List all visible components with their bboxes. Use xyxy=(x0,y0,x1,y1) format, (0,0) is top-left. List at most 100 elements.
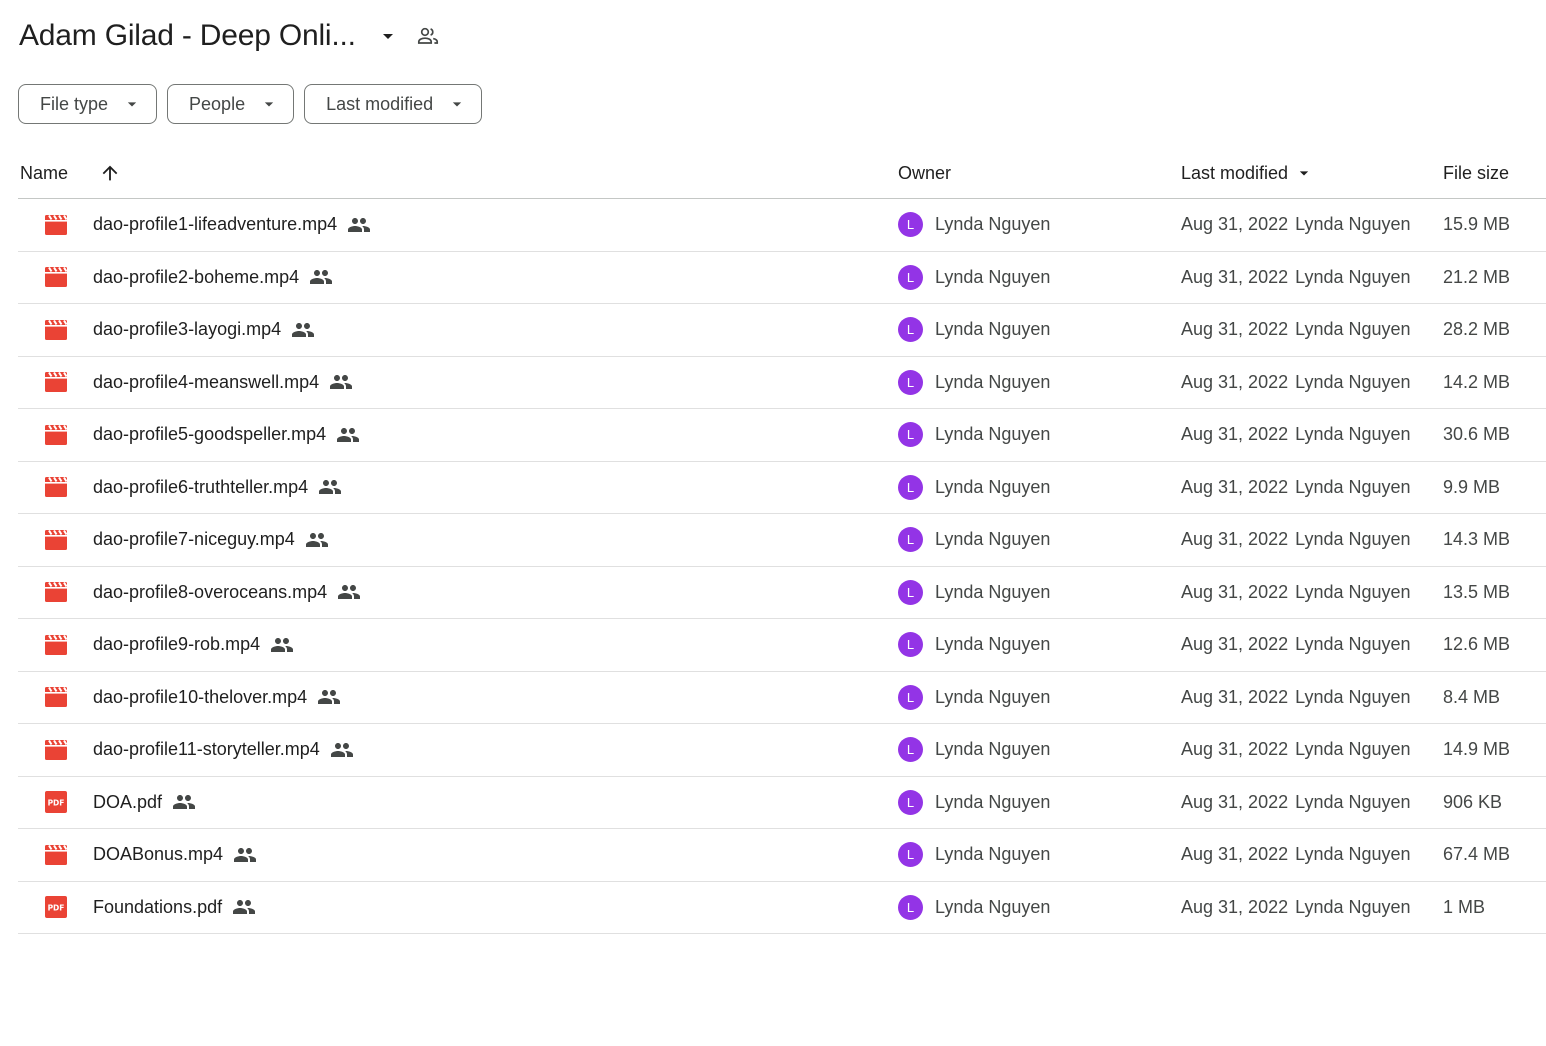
avatar: L xyxy=(898,737,923,763)
filter-chip-people[interactable]: People xyxy=(167,84,295,124)
file-name: dao-profile5-goodspeller.mp4 xyxy=(93,424,327,445)
file-row[interactable]: dao-profile1-lifeadventure.mp4 L Lynda Ngu… xyxy=(18,199,1546,252)
owner-cell: L Lynda Nguyen xyxy=(898,829,1050,881)
avatar: L xyxy=(898,842,923,868)
modified-date: Aug 31, 2022 xyxy=(1181,371,1289,392)
last-modified-cell: Aug 31, 2022 Lynda Nguyen xyxy=(1181,619,1411,671)
modified-by: Lynda Nguyen xyxy=(1295,739,1411,760)
file-row[interactable]: dao-profile5-goodspeller.mp4 L Lynda Nguye… xyxy=(18,409,1546,462)
owner-name: Lynda Nguyen xyxy=(935,844,1051,865)
file-name-cell: DOABonus.mp4 xyxy=(93,829,257,881)
file-row[interactable]: DOABonus.mp4 L Lynda Nguyen Aug 31, 2022 Lyn… xyxy=(18,829,1546,882)
owner-cell: L Lynda Nguyen xyxy=(898,619,1050,671)
shared-people-icon xyxy=(291,318,315,342)
table-header: Name Owner Last modified File size xyxy=(18,148,1546,199)
file-row[interactable]: dao-profile3-layogi.mp4 L Lynda Nguyen Aug … xyxy=(18,304,1546,357)
shared-people-icon xyxy=(317,685,341,709)
column-header-last-modified-label: Last modified xyxy=(1181,162,1289,183)
shared-people-icon xyxy=(232,895,256,919)
modified-date: Aug 31, 2022 xyxy=(1181,214,1289,235)
owner-name: Lynda Nguyen xyxy=(935,476,1051,497)
file-name: dao-profile11-storyteller.mp4 xyxy=(93,739,320,760)
avatar: L xyxy=(898,317,923,343)
svg-text:PDF: PDF xyxy=(48,799,65,808)
folder-title[interactable]: Adam Gilad - Deep Onli... xyxy=(19,19,356,53)
filter-bar: File type People Last modified xyxy=(18,84,483,124)
file-row[interactable]: dao-profile9-rob.mp4 L Lynda Nguyen Aug 31,… xyxy=(18,619,1546,672)
modified-date: Aug 31, 2022 xyxy=(1181,529,1289,550)
video-file-icon xyxy=(44,252,68,304)
modified-date: Aug 31, 2022 xyxy=(1181,634,1289,655)
shared-people-icon xyxy=(329,370,353,394)
file-name: Foundations.pdf xyxy=(93,896,223,917)
file-row[interactable]: PDF DOA.pdf L Lynda Nguyen Aug 31, 2022 Lynda… xyxy=(18,777,1546,829)
file-name-cell: DOA.pdf xyxy=(93,777,196,829)
avatar: L xyxy=(898,212,923,238)
last-modified-cell: Aug 31, 2022 Lynda Nguyen xyxy=(1181,882,1411,934)
file-row[interactable]: dao-profile4-meanswell.mp4 L Lynda Nguyen A… xyxy=(18,357,1546,409)
shared-people-icon xyxy=(309,265,333,289)
arrow-upward-icon[interactable] xyxy=(98,161,122,185)
file-row[interactable]: dao-profile10-thelover.mp4 L Lynda Nguyen A… xyxy=(18,672,1546,724)
file-name-cell: Foundations.pdf xyxy=(93,882,256,934)
people-outline-icon[interactable] xyxy=(414,22,442,50)
last-modified-cell: Aug 31, 2022 Lynda Nguyen xyxy=(1181,777,1411,829)
filter-chip-last-modified[interactable]: Last modified xyxy=(304,84,483,124)
modified-by: Lynda Nguyen xyxy=(1295,214,1411,235)
file-row[interactable]: dao-profile7-niceguy.mp4 L Lynda Nguyen Aug… xyxy=(18,514,1546,567)
file-size: 30.6 MB xyxy=(1443,424,1511,445)
last-modified-cell: Aug 31, 2022 Lynda Nguyen xyxy=(1181,304,1411,356)
video-file-icon xyxy=(44,619,68,671)
arrow-drop-down-icon xyxy=(122,94,142,114)
modified-by: Lynda Nguyen xyxy=(1295,581,1411,602)
file-name: DOA.pdf xyxy=(93,791,163,812)
owner-cell: L Lynda Nguyen xyxy=(898,724,1050,776)
file-row[interactable]: dao-profile8-overoceans.mp4 L Lynda Nguyen… xyxy=(18,567,1546,619)
avatar: L xyxy=(898,369,923,395)
file-size: 1 MB xyxy=(1443,896,1486,917)
file-name: dao-profile10-thelover.mp4 xyxy=(93,686,308,707)
video-file-icon xyxy=(44,567,68,619)
arrow-drop-down-icon[interactable] xyxy=(376,24,400,48)
column-header-name[interactable]: Name xyxy=(20,148,68,198)
owner-name: Lynda Nguyen xyxy=(935,214,1051,235)
file-row[interactable]: dao-profile2-boheme.mp4 L Lynda Nguyen Aug … xyxy=(18,252,1546,304)
modified-date: Aug 31, 2022 xyxy=(1181,581,1289,602)
file-size: 15.9 MB xyxy=(1443,214,1511,235)
owner-cell: L Lynda Nguyen xyxy=(898,304,1050,356)
owner-cell: L Lynda Nguyen xyxy=(898,409,1050,461)
file-name: dao-profile6-truthteller.mp4 xyxy=(93,476,309,497)
file-row[interactable]: dao-profile11-storyteller.mp4 L Lynda Nguy… xyxy=(18,724,1546,777)
owner-cell: L Lynda Nguyen xyxy=(898,882,1050,934)
shared-people-icon xyxy=(233,843,257,867)
last-modified-cell: Aug 31, 2022 Lynda Nguyen xyxy=(1181,462,1411,514)
modified-date: Aug 31, 2022 xyxy=(1181,844,1289,865)
file-name: dao-profile7-niceguy.mp4 xyxy=(93,529,295,550)
svg-text:PDF: PDF xyxy=(48,904,65,913)
shared-people-icon xyxy=(270,633,294,657)
modified-by: Lynda Nguyen xyxy=(1295,266,1411,287)
modified-date: Aug 31, 2022 xyxy=(1181,266,1289,287)
shared-people-icon xyxy=(305,528,329,552)
file-name-cell: dao-profile7-niceguy.mp4 xyxy=(93,514,329,566)
video-file-icon xyxy=(44,409,68,461)
filter-chip-label: File type xyxy=(40,93,109,114)
pdf-file-icon: PDF xyxy=(44,777,68,829)
column-header-last-modified[interactable]: Last modified xyxy=(1181,148,1314,198)
file-name-cell: dao-profile4-meanswell.mp4 xyxy=(93,357,353,409)
last-modified-cell: Aug 31, 2022 Lynda Nguyen xyxy=(1181,252,1411,304)
last-modified-cell: Aug 31, 2022 Lynda Nguyen xyxy=(1181,409,1411,461)
modified-date: Aug 31, 2022 xyxy=(1181,739,1289,760)
file-size: 14.3 MB xyxy=(1443,529,1511,550)
file-name: dao-profile4-meanswell.mp4 xyxy=(93,371,320,392)
filter-chip-file-type[interactable]: File type xyxy=(18,84,158,124)
file-name-cell: dao-profile10-thelover.mp4 xyxy=(93,672,341,724)
file-size: 14.2 MB xyxy=(1443,371,1511,392)
file-row[interactable]: PDF Foundations.pdf L Lynda Nguyen Aug 31, 2… xyxy=(18,882,1546,934)
file-row[interactable]: dao-profile6-truthteller.mp4 L Lynda Nguye… xyxy=(18,462,1546,514)
avatar: L xyxy=(898,422,923,448)
modified-by: Lynda Nguyen xyxy=(1295,844,1411,865)
file-name: dao-profile3-layogi.mp4 xyxy=(93,319,282,340)
video-file-icon xyxy=(44,462,68,514)
owner-cell: L Lynda Nguyen xyxy=(898,252,1050,304)
